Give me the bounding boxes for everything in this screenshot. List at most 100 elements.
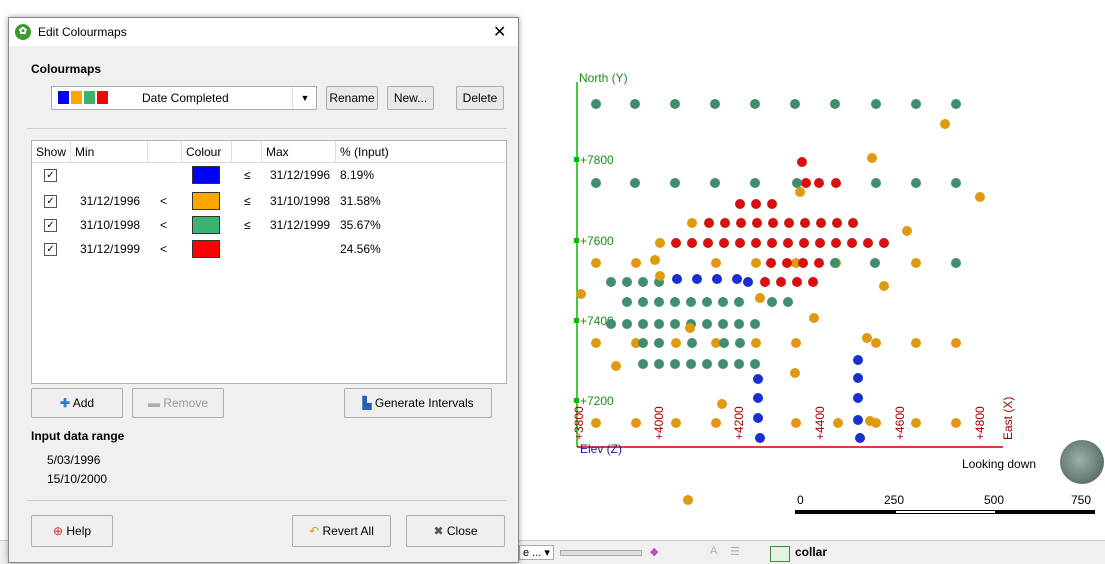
collar-point	[853, 355, 863, 365]
new-button[interactable]: New...	[387, 86, 434, 110]
max-value[interactable]: 31/10/1998	[270, 191, 330, 211]
percent-value: 8.19%	[340, 168, 375, 182]
help-button[interactable]: ⊕ Help	[31, 515, 113, 547]
colour-swatch[interactable]	[192, 216, 220, 234]
show-checkbox[interactable]: ✓	[44, 169, 57, 182]
text-tool-icon[interactable]: A	[710, 545, 717, 557]
collar-point	[760, 277, 770, 287]
colour-swatch[interactable]	[192, 192, 220, 210]
collar-point	[702, 297, 712, 307]
min-value[interactable]: 31/12/1999	[80, 239, 140, 259]
collar-point	[862, 333, 872, 343]
collar-point	[712, 274, 722, 284]
collar-point	[622, 297, 632, 307]
generate-intervals-button[interactable]: ▙ Generate Intervals	[344, 388, 492, 418]
collar-point	[591, 418, 601, 428]
show-checkbox[interactable]: ✓	[44, 195, 57, 208]
north-tick-label: +7200	[580, 394, 614, 408]
rename-button[interactable]: Rename	[326, 86, 378, 110]
lifebuoy-icon: ⊕	[52, 524, 64, 538]
collar-point	[638, 338, 648, 348]
generate-intervals-label: Generate Intervals	[374, 396, 474, 410]
collar-point	[768, 218, 778, 228]
orientation-gizmo-icon[interactable]	[1060, 440, 1104, 484]
close-icon[interactable]: ✕	[493, 22, 506, 42]
collar-point	[611, 361, 621, 371]
close-icon: ✖	[433, 524, 444, 538]
min-operator: <	[160, 218, 168, 232]
scale-bar-segment	[895, 510, 997, 514]
toolbar-tool-icon[interactable]: ◆	[650, 545, 658, 558]
max-value[interactable]: 31/12/1996	[270, 165, 330, 185]
column-header[interactable]	[148, 141, 182, 163]
chevron-down-icon[interactable]: ▼	[292, 87, 317, 109]
collar-point	[792, 277, 802, 287]
collar-point	[808, 277, 818, 287]
collar-point	[638, 319, 648, 329]
show-checkbox[interactable]: ✓	[44, 243, 57, 256]
colour-swatch[interactable]	[192, 166, 220, 184]
collar-point	[767, 297, 777, 307]
list-tool-icon[interactable]: ☰	[730, 545, 740, 558]
column-header[interactable]: Show	[32, 141, 71, 163]
collar-point	[670, 359, 680, 369]
collar-point	[672, 274, 682, 284]
min-operator: <	[160, 242, 168, 256]
colour-swatch[interactable]	[192, 240, 220, 258]
colour-swatch	[97, 91, 108, 104]
collar-point	[718, 359, 728, 369]
collar-point	[710, 178, 720, 188]
min-value[interactable]: 31/12/1996	[80, 191, 140, 211]
column-header[interactable]: Min	[71, 141, 148, 163]
collar-point	[743, 277, 753, 287]
collar-point	[809, 313, 819, 323]
max-value[interactable]: 31/12/1999	[270, 215, 330, 235]
percent-value: 31.58%	[340, 194, 381, 208]
column-header[interactable]: Max	[262, 141, 336, 163]
collar-point	[911, 258, 921, 268]
column-header[interactable]: Colour	[182, 141, 232, 163]
revert-all-button-label: Revert All	[322, 524, 374, 538]
collar-point	[654, 338, 664, 348]
collar-point	[687, 238, 697, 248]
show-checkbox[interactable]: ✓	[44, 219, 57, 232]
collar-point	[853, 415, 863, 425]
min-value[interactable]: 31/10/1998	[80, 215, 140, 235]
collar-point	[718, 319, 728, 329]
collar-point	[622, 319, 632, 329]
collar-point	[638, 277, 648, 287]
delete-button[interactable]: Delete	[456, 86, 504, 110]
collar-point	[591, 258, 601, 268]
collar-tab-label[interactable]: collar	[795, 545, 827, 559]
column-header[interactable]: % (Input)	[336, 141, 506, 163]
close-button[interactable]: ✖ Close	[406, 515, 505, 547]
undo-icon: ↶	[309, 524, 320, 538]
revert-all-button[interactable]: ↶ Revert All	[292, 515, 391, 547]
collar-point	[671, 338, 681, 348]
remove-button[interactable]: ▬ Remove	[132, 388, 224, 418]
help-button-label: Help	[66, 524, 92, 538]
colourmap-selected-value: Date Completed	[142, 91, 229, 105]
collar-point	[755, 293, 765, 303]
collar-point	[655, 238, 665, 248]
dialog-titlebar[interactable]: ✿ Edit Colourmaps ✕	[9, 18, 518, 46]
scale-label: 750	[1071, 493, 1092, 507]
column-header[interactable]	[232, 141, 262, 163]
colour-swatch	[84, 91, 95, 104]
toolbar-dropdown[interactable]: e ... ▾	[519, 545, 554, 560]
north-axis-label: North (Y)	[579, 71, 628, 85]
collar-point	[751, 258, 761, 268]
collar-point	[591, 178, 601, 188]
collar-point	[630, 178, 640, 188]
range-min-value: 5/03/1996	[47, 453, 101, 467]
colour-swatch	[71, 91, 82, 104]
collar-point	[711, 258, 721, 268]
add-button[interactable]: ✚ Add	[31, 388, 123, 418]
collar-point	[631, 258, 641, 268]
collar-point	[871, 178, 881, 188]
toolbar-slider[interactable]	[560, 550, 642, 556]
colourmap-select[interactable]: Date Completed ▼	[51, 86, 317, 110]
collar-point	[750, 99, 760, 109]
collar-point	[800, 218, 810, 228]
collar-point	[853, 393, 863, 403]
